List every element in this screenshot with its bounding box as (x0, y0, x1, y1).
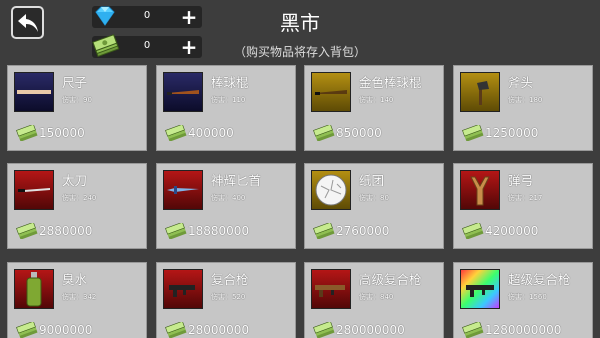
shop-item-compound-gun[interactable]: 复合枪 伤害：520 28000000 (156, 262, 296, 338)
item-price: 9000000 (39, 323, 93, 337)
cash-icon (462, 125, 484, 141)
item-name: 斧头 (508, 75, 534, 90)
shop-item-advanced-gun[interactable]: 高级复合枪 伤害：840 280000000 (304, 262, 444, 338)
cash-icon (165, 125, 187, 141)
item-damage: 伤害：520 (211, 293, 246, 301)
item-thumbnail (14, 170, 54, 210)
item-damage: 伤害：140 (359, 96, 394, 104)
cash-icon (16, 125, 38, 141)
cash-icon (313, 125, 335, 141)
cash-icon (165, 322, 187, 338)
axe-icon (477, 81, 489, 105)
item-thumbnail (163, 170, 203, 210)
item-price: 1280000000 (485, 323, 562, 337)
item-damage: 伤害：80 (359, 194, 389, 202)
shop-item-dagger[interactable]: 神辉匕首 伤害：400 18880000 (156, 163, 296, 249)
item-name: 太刀 (62, 173, 88, 188)
stink-bottle-icon (26, 272, 42, 307)
item-name: 弹弓 (508, 173, 534, 188)
ruler-icon (17, 90, 51, 94)
item-thumbnail (311, 170, 351, 210)
item-price: 150000 (39, 126, 85, 140)
item-thumbnail (460, 72, 500, 112)
page-title: 黑市 (280, 11, 320, 35)
shop-item-stink-water[interactable]: 臭水 伤害：342 9000000 (7, 262, 147, 338)
item-name: 复合枪 (211, 272, 249, 287)
gold-baseball-bat-icon (315, 90, 347, 95)
item-damage: 伤害：180 (508, 96, 543, 104)
item-price: 18880000 (188, 224, 250, 238)
slingshot-icon (470, 176, 490, 206)
item-damage: 伤害：400 (211, 194, 246, 202)
item-name: 高级复合枪 (359, 272, 422, 287)
cash-icon (16, 322, 38, 338)
item-price: 1250000 (485, 126, 539, 140)
item-thumbnail (460, 170, 500, 210)
cash-icon (16, 223, 38, 239)
shop-item-gold-baseball-bat[interactable]: 金色棒球棍 伤害：140 850000 (304, 65, 444, 151)
shop-item-ruler[interactable]: 尺子 伤害：90 150000 (7, 65, 147, 151)
shop-item-baseball-bat[interactable]: 棒球棍 伤害：110 400000 (156, 65, 296, 151)
item-damage: 伤害：217 (508, 194, 543, 202)
shop-item-paper-ball[interactable]: 纸团 伤害：80 2760000 (304, 163, 444, 249)
shop-item-slingshot[interactable]: 弹弓 伤害：217 4200000 (453, 163, 593, 249)
cash-icon (313, 223, 335, 239)
item-thumbnail (311, 72, 351, 112)
compound-gun-icon (169, 285, 195, 297)
super-gun-icon (466, 285, 494, 297)
item-name: 金色棒球棍 (359, 75, 422, 90)
shop-item-super-gun[interactable]: 超级复合枪 伤害：1560 1280000000 (453, 262, 593, 338)
item-name: 尺子 (62, 75, 88, 90)
item-damage: 伤害：840 (359, 293, 394, 301)
item-thumbnail (14, 269, 54, 309)
dagger-icon (167, 186, 199, 194)
item-thumbnail (311, 269, 351, 309)
cash-icon (313, 322, 335, 338)
item-price: 28000000 (188, 323, 250, 337)
item-price: 400000 (188, 126, 234, 140)
advanced-gun-icon (315, 285, 345, 297)
katana-icon (18, 188, 50, 192)
shop-grid: 尺子 伤害：90 150000 棒球棍 伤害：110 400000 金色棒球棍 (7, 65, 593, 338)
baseball-bat-icon (167, 90, 199, 95)
item-name: 神辉匕首 (211, 173, 262, 188)
item-name: 臭水 (62, 272, 88, 287)
item-price: 2760000 (336, 224, 390, 238)
item-price: 2880000 (39, 224, 93, 238)
item-thumbnail (163, 269, 203, 309)
item-price: 280000000 (336, 323, 405, 337)
item-damage: 伤害：110 (211, 96, 246, 104)
shop-item-katana[interactable]: 太刀 伤害：240 2880000 (7, 163, 147, 249)
shop-item-axe[interactable]: 斧头 伤害：180 1250000 (453, 65, 593, 151)
item-thumbnail (163, 72, 203, 112)
item-damage: 伤害：90 (62, 96, 92, 104)
cash-icon (165, 223, 187, 239)
item-thumbnail (14, 72, 54, 112)
item-price: 4200000 (485, 224, 539, 238)
item-damage: 伤害：342 (62, 293, 97, 301)
paper-ball-icon (315, 174, 347, 206)
item-name: 棒球棍 (211, 75, 249, 90)
item-damage: 伤害：1560 (508, 293, 547, 301)
item-price: 850000 (336, 126, 382, 140)
item-thumbnail (460, 269, 500, 309)
item-name: 纸团 (359, 173, 385, 188)
page-subtitle: （购买物品将存入背包） (233, 45, 366, 59)
cash-icon (462, 223, 484, 239)
item-name: 超级复合枪 (508, 272, 571, 287)
item-damage: 伤害：240 (62, 194, 97, 202)
cash-icon (462, 322, 484, 338)
